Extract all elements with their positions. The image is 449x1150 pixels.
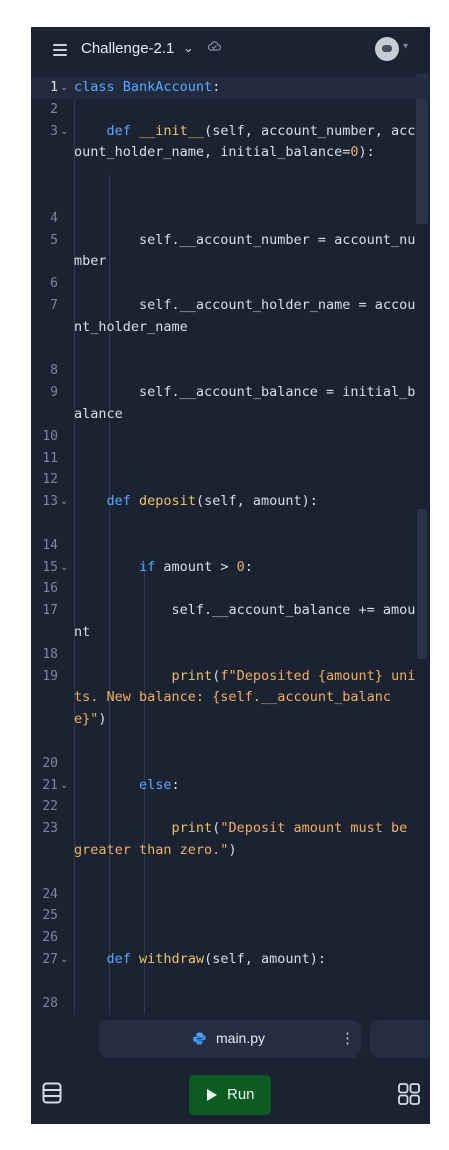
file-tab-next[interactable] bbox=[370, 1020, 430, 1058]
code-line[interactable]: 21 ⌄ else: bbox=[31, 775, 430, 797]
code-line[interactable]: 11 bbox=[31, 448, 430, 470]
fold-chevron-icon[interactable]: ⌄ bbox=[60, 491, 68, 513]
play-icon bbox=[207, 1089, 217, 1101]
fold-chevron-icon[interactable]: ⌄ bbox=[60, 775, 68, 797]
line-number: 19 bbox=[42, 668, 58, 684]
line-number: 3 bbox=[50, 123, 58, 139]
line-number: 27 bbox=[42, 952, 58, 967]
fold-chevron-icon[interactable]: ⌄ bbox=[60, 121, 68, 143]
file-tab-main[interactable]: main.py ⋮ bbox=[99, 1020, 361, 1058]
bottom-toolbar: Run bbox=[31, 1062, 430, 1124]
code-text: def __init__(self, account_number, accou… bbox=[74, 122, 416, 161]
line-number: 28 bbox=[42, 995, 58, 1011]
line-number: 16 bbox=[42, 581, 58, 597]
code-line[interactable]: 16 bbox=[31, 578, 430, 600]
line-number: 6 bbox=[50, 276, 58, 292]
fold-chevron-icon[interactable]: ⌄ bbox=[60, 557, 68, 579]
code-line[interactable]: 20 bbox=[31, 753, 430, 775]
code-line[interactable]: 19 print(f"Deposited {amount} units. New… bbox=[31, 666, 430, 753]
fold-chevron-icon[interactable]: ⌄ bbox=[60, 77, 68, 99]
line-number: 11 bbox=[42, 450, 58, 466]
code-line[interactable]: 7 self.__account_holder_name = account_h… bbox=[31, 295, 430, 360]
line-number: 24 bbox=[42, 886, 58, 902]
code-line[interactable]: 26 bbox=[31, 927, 430, 949]
hamburger-menu-icon[interactable] bbox=[53, 44, 67, 56]
line-number: 17 bbox=[42, 603, 58, 619]
code-line[interactable]: 15 ⌄ if amount > 0: bbox=[31, 557, 430, 579]
file-tab-label: main.py bbox=[216, 1030, 266, 1046]
line-number: 13 bbox=[42, 494, 58, 510]
code-text: print(f"Deposited {amount} units. New ba… bbox=[74, 667, 416, 728]
code-line[interactable]: 13 ⌄ def deposit(self, amount): bbox=[31, 491, 430, 535]
avatar-chevron-icon[interactable]: ▾ bbox=[403, 41, 408, 52]
code-line[interactable]: 4 bbox=[31, 208, 430, 230]
line-number: 18 bbox=[42, 646, 58, 662]
code-line[interactable]: 14 bbox=[31, 535, 430, 557]
code-text: self.__account_balance = initial_balance bbox=[74, 384, 416, 422]
code-text: else: bbox=[139, 776, 180, 793]
line-number: 21 bbox=[42, 777, 58, 793]
line-number: 1 bbox=[50, 80, 58, 95]
line-number: 7 bbox=[50, 298, 58, 313]
code-text: def withdraw(self, amount): bbox=[106, 951, 326, 967]
avatar[interactable] bbox=[375, 37, 399, 61]
code-line[interactable]: 25 bbox=[31, 905, 430, 927]
run-button-label: Run bbox=[227, 1086, 255, 1103]
code-line[interactable]: 6 bbox=[31, 273, 430, 295]
code-line[interactable]: 12 bbox=[31, 469, 430, 491]
run-button[interactable]: Run bbox=[189, 1075, 271, 1115]
file-tab-bar: main.py ⋮ bbox=[31, 1018, 430, 1062]
line-number: 22 bbox=[42, 799, 58, 815]
line-number: 20 bbox=[42, 755, 58, 771]
line-number: 4 bbox=[50, 210, 58, 226]
code-line[interactable]: 23 print("Deposit amount must be greater… bbox=[31, 818, 430, 883]
fold-chevron-icon[interactable]: ⌄ bbox=[60, 949, 68, 971]
line-number: 26 bbox=[42, 930, 58, 946]
code-line[interactable]: 9 self.__account_balance = initial_balan… bbox=[31, 382, 430, 426]
line-number: 9 bbox=[50, 385, 58, 401]
code-editor[interactable]: 1 ⌄ class BankAccount: 2 3 ⌄ def __init__(sel… bbox=[31, 74, 430, 1018]
line-number: 23 bbox=[42, 821, 58, 837]
code-line[interactable]: 8 bbox=[31, 360, 430, 382]
python-icon bbox=[193, 1032, 206, 1045]
code-line[interactable]: 3 ⌄ def __init__(self, account_number, ac… bbox=[31, 121, 430, 208]
code-line[interactable]: 17 self.__account_balance += amount bbox=[31, 600, 430, 644]
app-window: Challenge-2.1 ⌄ ▾ 1 ⌄ class BankAccount: 2 3… bbox=[31, 27, 430, 1124]
line-number: 14 bbox=[42, 537, 58, 553]
database-icon[interactable] bbox=[42, 1082, 62, 1104]
more-options-icon[interactable]: ⋮ bbox=[340, 1029, 355, 1047]
code-line[interactable]: 1 ⌄ class BankAccount: bbox=[31, 77, 430, 99]
code-text: print("Deposit amount must be greater th… bbox=[74, 820, 416, 858]
code-line[interactable]: 18 bbox=[31, 644, 430, 666]
code-line[interactable]: 10 bbox=[31, 426, 430, 448]
code-text: self.__account_balance += amount bbox=[74, 602, 416, 640]
line-number: 2 bbox=[50, 101, 58, 117]
cloud-check-icon bbox=[207, 40, 222, 55]
code-line[interactable]: 27 ⌄ def withdraw(self, amount): bbox=[31, 949, 430, 993]
code-text: if amount > 0: bbox=[139, 558, 253, 575]
code-line[interactable]: 2 bbox=[31, 99, 430, 121]
apps-grid-icon[interactable] bbox=[398, 1083, 420, 1105]
code-line[interactable]: 24 bbox=[31, 884, 430, 906]
line-number: 12 bbox=[42, 472, 58, 488]
code-text: self.__account_number = account_number bbox=[74, 231, 416, 270]
code-text: def deposit(self, amount): bbox=[106, 493, 318, 510]
line-number: 8 bbox=[50, 363, 58, 379]
code-text: class BankAccount: bbox=[74, 79, 221, 95]
line-number: 5 bbox=[50, 232, 58, 248]
line-number: 15 bbox=[42, 559, 58, 575]
line-number: 25 bbox=[42, 908, 58, 924]
code-line[interactable]: 5 self.__account_number = account_number bbox=[31, 230, 430, 274]
line-number: 10 bbox=[42, 428, 58, 444]
code-line[interactable]: 22 bbox=[31, 796, 430, 818]
chevron-down-icon[interactable]: ⌄ bbox=[183, 40, 194, 56]
code-line[interactable]: 28 bbox=[31, 993, 430, 1015]
top-bar: Challenge-2.1 ⌄ ▾ bbox=[31, 27, 430, 74]
code-text: self.__account_holder_name = account_hol… bbox=[74, 297, 416, 335]
project-title[interactable]: Challenge-2.1 bbox=[81, 40, 174, 57]
